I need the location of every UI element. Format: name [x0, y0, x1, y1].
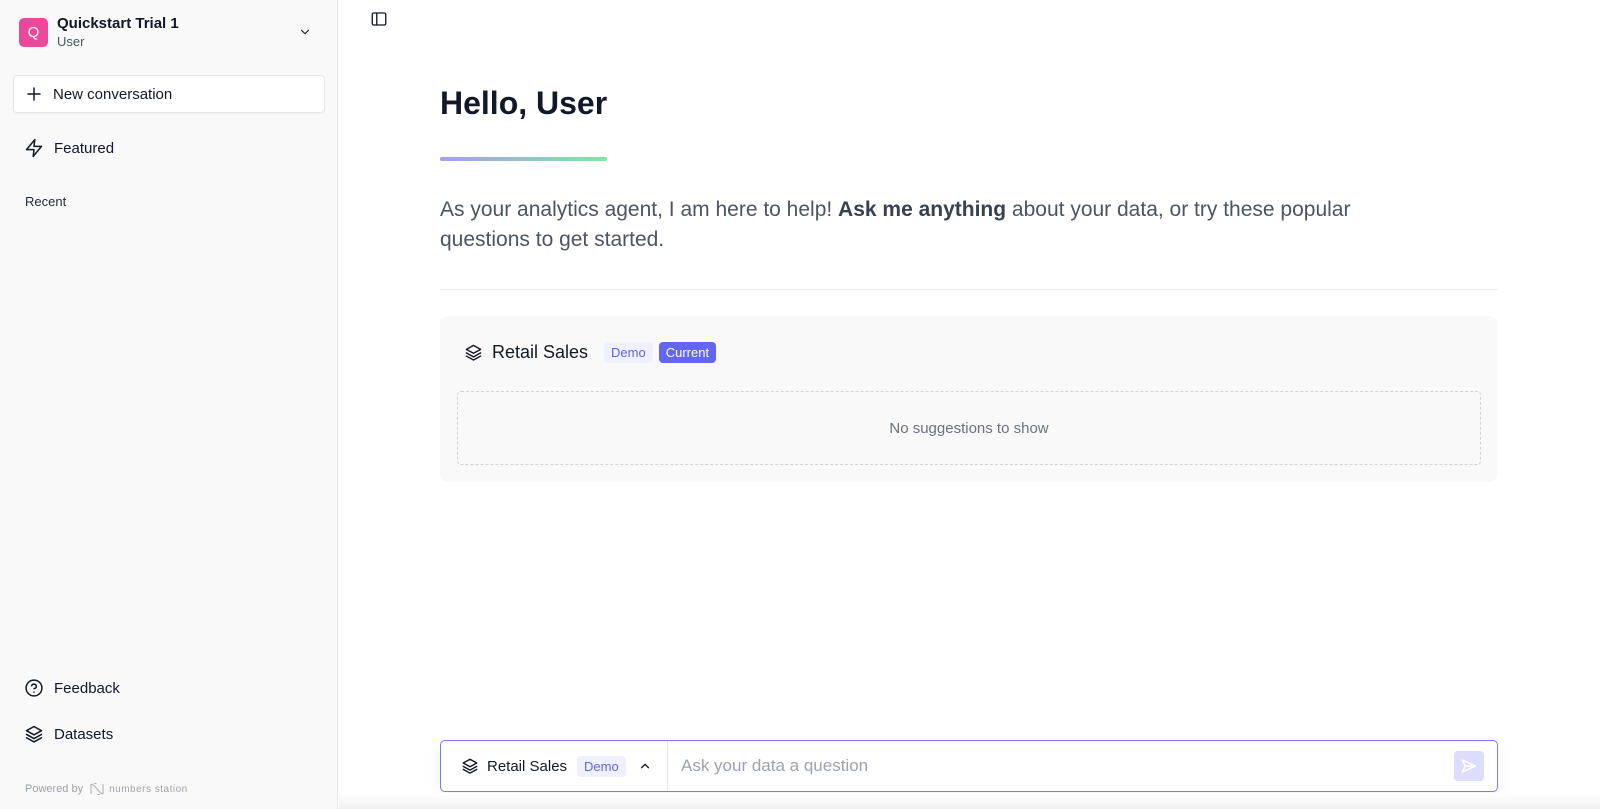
workspace-info: Quickstart Trial 1 User — [57, 15, 179, 50]
layers-icon — [465, 344, 482, 361]
send-icon — [1461, 759, 1477, 773]
demo-badge: Demo — [604, 342, 653, 363]
dataset-title: Retail Sales — [492, 342, 589, 362]
dataset-card: Retail Sales Demo Current No suggestions… — [440, 316, 1498, 482]
question-input[interactable] — [668, 741, 1454, 791]
new-conversation-button[interactable]: New conversation — [13, 75, 325, 113]
sidebar-item-label: Feedback — [54, 679, 120, 697]
new-conversation-label: New conversation — [53, 85, 173, 103]
numbers-station-logo-icon — [90, 782, 104, 796]
intro-text-bold: Ask me anything — [838, 198, 1007, 221]
layers-icon — [25, 725, 43, 743]
layers-icon — [462, 758, 478, 774]
dataset-selector[interactable]: Retail Sales Demo — [441, 741, 668, 791]
workspace-avatar: Q — [19, 17, 48, 47]
workspace-switcher[interactable]: Q Quickstart Trial 1 User — [19, 15, 324, 50]
bottom-shadow — [339, 793, 1600, 809]
intro-text-start: As your analytics agent, I am here to he… — [440, 198, 839, 221]
brand-logo[interactable]: numbers station — [89, 781, 188, 797]
dataset-card-header: Retail Sales Demo Current — [464, 342, 717, 363]
sidebar: Q Quickstart Trial 1 User New conversati… — [0, 0, 338, 809]
sidebar-item-datasets[interactable]: Datasets — [24, 724, 113, 744]
sidebar-item-featured[interactable]: Featured — [24, 138, 114, 158]
question-composer: Retail Sales Demo — [440, 740, 1498, 792]
selected-dataset-name: Retail Sales — [487, 757, 568, 775]
powered-by: Powered by numbers station — [25, 781, 188, 797]
sidebar-item-label: Datasets — [54, 725, 114, 743]
intro-text: As your analytics agent, I am here to he… — [440, 195, 1440, 255]
suggestions-empty-state: No suggestions to show — [457, 391, 1481, 465]
lightning-icon — [25, 138, 43, 158]
plus-icon — [27, 87, 41, 101]
sidebar-item-label: Featured — [54, 139, 115, 157]
current-badge: Current — [658, 342, 717, 363]
powered-by-label: Powered by — [25, 783, 84, 795]
demo-badge: Demo — [577, 755, 626, 777]
divider — [440, 289, 1498, 290]
send-button[interactable] — [1454, 751, 1484, 781]
chevron-down-icon[interactable] — [298, 25, 312, 39]
workspace-role: User — [57, 33, 85, 49]
sidebar-toggle-icon[interactable] — [370, 10, 388, 28]
recent-section-label: Recent — [25, 194, 67, 209]
help-circle-icon — [25, 679, 43, 697]
brand-name: numbers station — [109, 783, 188, 795]
page-title: Hello, User — [440, 85, 608, 121]
chevron-up-icon — [640, 763, 649, 769]
title-underline — [440, 157, 607, 161]
sidebar-item-feedback[interactable]: Feedback — [24, 678, 120, 698]
workspace-name: Quickstart Trial 1 — [57, 14, 179, 32]
